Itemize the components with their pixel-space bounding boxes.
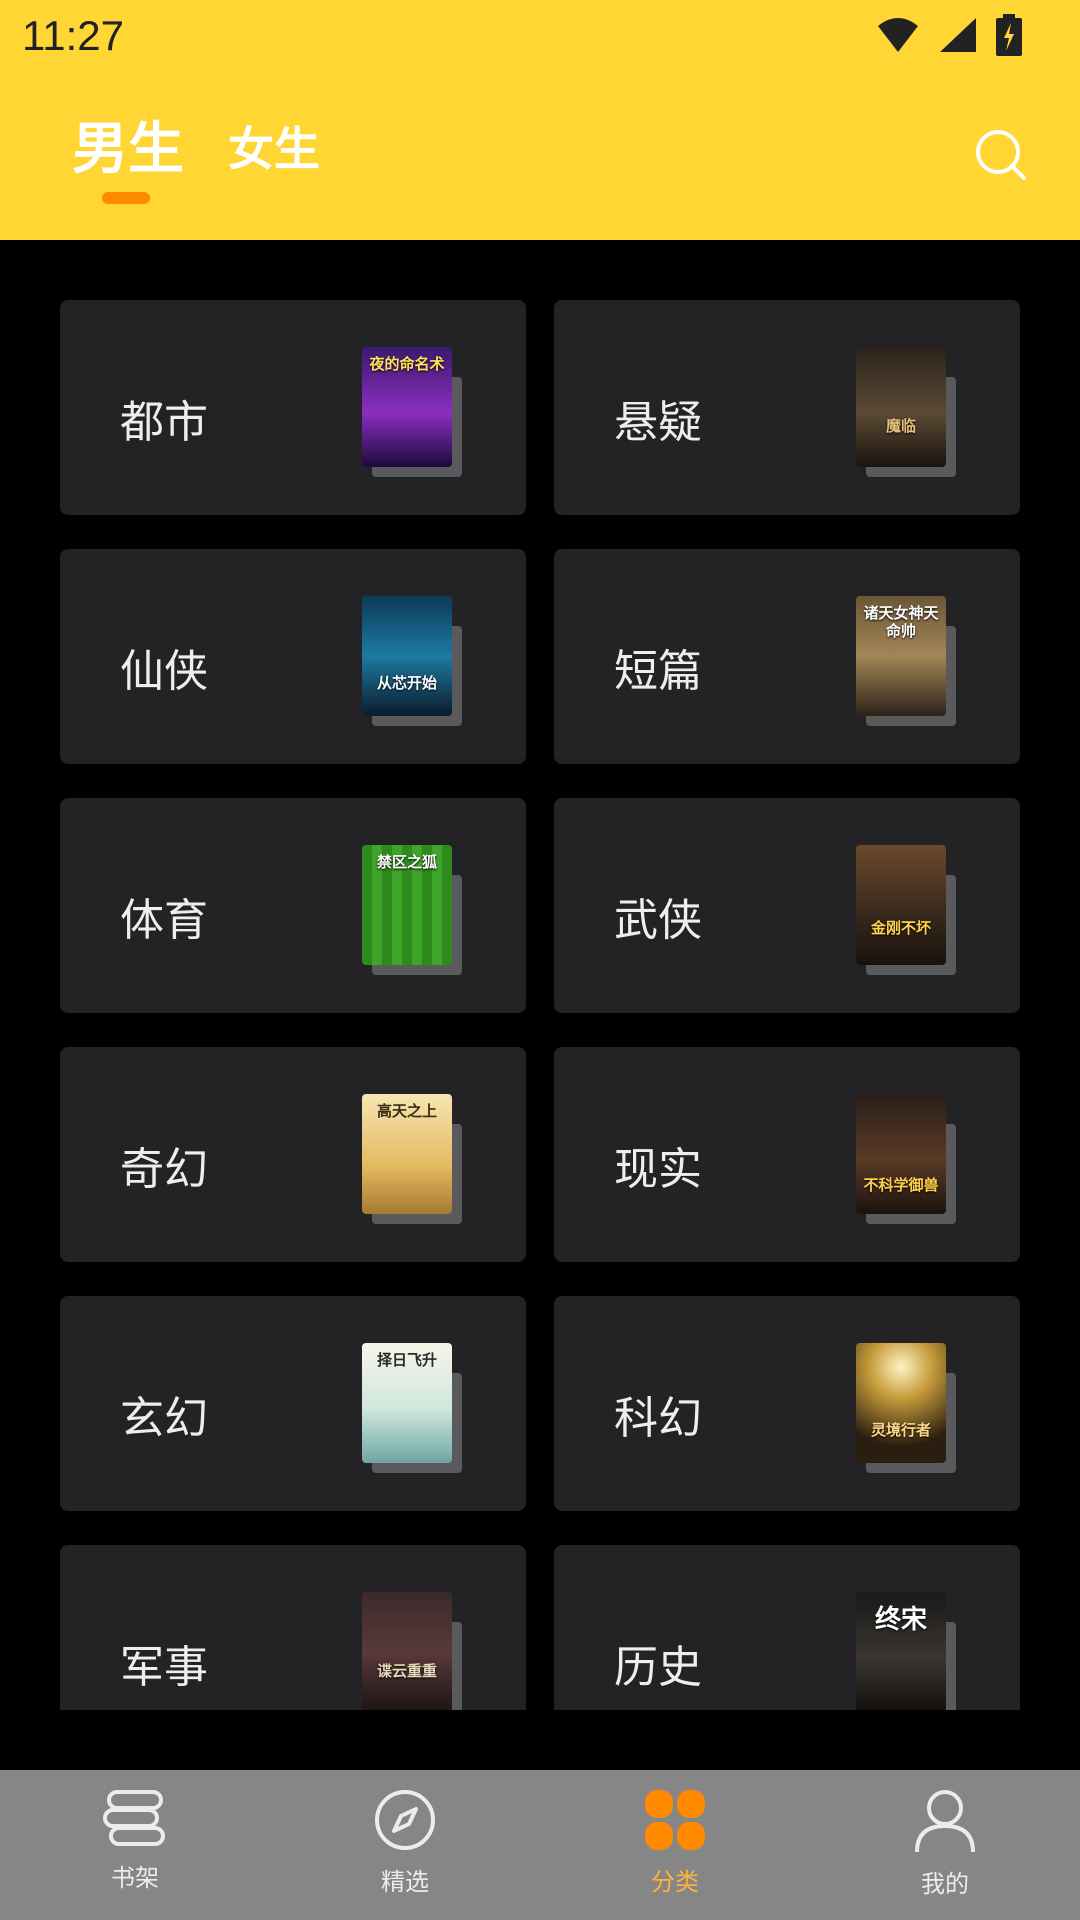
category-label: 体育 — [120, 895, 208, 946]
book-cover: 夜的命名术 — [362, 347, 452, 467]
category-label: 玄幻 — [120, 1393, 208, 1444]
category-icon — [645, 1790, 705, 1850]
book-cover: 金刚不坏 — [856, 845, 946, 965]
nav-featured[interactable]: 精选 — [335, 1788, 475, 1908]
nav-profile[interactable]: 我的 — [875, 1788, 1015, 1908]
nav-label: 精选 — [381, 1868, 429, 1896]
category-card-lishi[interactable]: 历史 终宋 — [554, 1545, 1020, 1710]
battery-icon — [996, 14, 1022, 56]
top-header: 11:27 男生 女生 — [0, 0, 1080, 240]
category-label: 奇幻 — [120, 1144, 208, 1195]
compass-icon — [375, 1790, 435, 1850]
book-cover: 禁区之狐 — [362, 845, 452, 965]
nav-bookshelf[interactable]: 书架 — [65, 1788, 205, 1908]
tab-indicator — [102, 192, 150, 204]
nav-label: 分类 — [651, 1868, 699, 1896]
signal-icon — [940, 18, 976, 52]
nav-category[interactable]: 分类 — [605, 1788, 745, 1908]
category-label: 军事 — [120, 1642, 208, 1693]
category-label: 历史 — [614, 1642, 702, 1693]
bottom-nav: 书架 精选 分类 我的 — [0, 1770, 1080, 1920]
status-icons — [876, 14, 1022, 56]
category-label: 都市 — [120, 397, 208, 448]
search-icon[interactable] — [974, 128, 1028, 182]
tab-male[interactable]: 男生 — [72, 104, 184, 185]
wifi-icon — [878, 18, 918, 52]
book-cover: 不科学御兽 — [856, 1094, 946, 1214]
category-label: 现实 — [614, 1144, 702, 1195]
tab-female[interactable]: 女生 — [228, 113, 320, 179]
category-card-wuxia[interactable]: 武侠 金刚不坏 — [554, 798, 1020, 1013]
book-cover: 从芯开始 — [362, 596, 452, 716]
category-card-tiyu[interactable]: 体育 禁区之狐 — [60, 798, 526, 1013]
category-card-dushi[interactable]: 都市 夜的命名术 — [60, 300, 526, 515]
book-cover: 魔临 — [856, 347, 946, 467]
category-card-junshi[interactable]: 军事 谍云重重 — [60, 1545, 526, 1710]
category-label: 仙侠 — [120, 646, 208, 697]
book-cover: 终宋 — [856, 1592, 946, 1710]
status-time: 11:27 — [22, 12, 124, 59]
book-cover: 高天之上 — [362, 1094, 452, 1214]
category-card-xuanhuan[interactable]: 玄幻 择日飞升 — [60, 1296, 526, 1511]
category-grid: 都市 夜的命名术 悬疑 魔临 仙侠 从芯开始 短篇 诸天女神天命帅 体育 禁区之… — [60, 300, 1020, 1710]
book-cover: 谍云重重 — [362, 1592, 452, 1710]
nav-label: 书架 — [111, 1864, 159, 1892]
category-label: 武侠 — [614, 895, 702, 946]
category-card-qihuan[interactable]: 奇幻 高天之上 — [60, 1047, 526, 1262]
book-cover: 择日飞升 — [362, 1343, 452, 1463]
category-card-xianxia[interactable]: 仙侠 从芯开始 — [60, 549, 526, 764]
book-cover: 诸天女神天命帅 — [856, 596, 946, 716]
category-card-duanpian[interactable]: 短篇 诸天女神天命帅 — [554, 549, 1020, 764]
nav-label: 我的 — [921, 1870, 969, 1898]
profile-icon — [915, 1790, 975, 1853]
book-cover: 灵境行者 — [856, 1343, 946, 1463]
category-card-xianshi[interactable]: 现实 不科学御兽 — [554, 1047, 1020, 1262]
category-card-xuanyi[interactable]: 悬疑 魔临 — [554, 300, 1020, 515]
category-label: 悬疑 — [614, 397, 702, 448]
category-label: 短篇 — [614, 646, 702, 697]
bookshelf-icon — [103, 1790, 165, 1846]
category-card-kehuan[interactable]: 科幻 灵境行者 — [554, 1296, 1020, 1511]
category-label: 科幻 — [614, 1393, 702, 1444]
